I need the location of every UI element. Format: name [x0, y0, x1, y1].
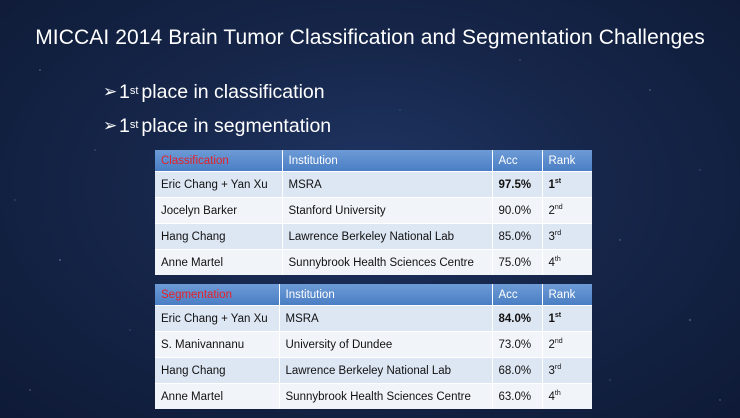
- table-row: Hang Chang Lawrence Berkeley National La…: [155, 223, 592, 250]
- slide-title: MICCAI 2014 Brain Tumor Classification a…: [35, 26, 705, 49]
- table-row: Hang Chang Lawrence Berkeley National La…: [155, 357, 592, 384]
- rank-cell: 1st: [542, 171, 592, 198]
- institution-cell: Sunnybrook Health Sciences Centre: [279, 383, 493, 409]
- bullet-prefix: 1: [119, 115, 130, 137]
- acc-cell: 90.0%: [492, 197, 543, 224]
- rank-cell: 4th: [542, 249, 592, 275]
- acc-cell: 68.0%: [492, 357, 543, 384]
- column-header: Rank: [542, 284, 592, 306]
- institution-cell: MSRA: [282, 171, 493, 198]
- name-cell: Eric Chang + Yan Xu: [155, 305, 280, 332]
- classification-table: Classification Institution Acc Rank Eric…: [155, 150, 592, 275]
- acc-cell: 73.0%: [492, 331, 543, 358]
- name-cell: Hang Chang: [155, 223, 283, 250]
- arrow-bullet-icon: ➢: [103, 82, 118, 101]
- rank-cell: 4th: [542, 383, 592, 409]
- table-row: S. Manivannanu University of Dundee 73.0…: [155, 331, 592, 358]
- rank-cell: 2nd: [542, 331, 592, 358]
- column-header: Classification: [155, 150, 283, 172]
- segmentation-table: Segmentation Institution Acc Rank Eric C…: [155, 284, 592, 409]
- table-row: Eric Chang + Yan Xu MSRA 84.0% 1st: [155, 305, 592, 332]
- acc-cell: 75.0%: [492, 249, 543, 275]
- rank-cell: 1st: [542, 305, 592, 332]
- rank-cell: 2nd: [542, 197, 592, 224]
- institution-cell: MSRA: [279, 305, 493, 332]
- acc-cell: 63.0%: [492, 383, 543, 409]
- column-header: Acc: [492, 150, 543, 172]
- rank-cell: 3rd: [542, 223, 592, 250]
- table-header-row: Classification Institution Acc Rank: [155, 150, 592, 172]
- bullet-item: ➢ 1st place in classification: [103, 78, 331, 112]
- acc-cell: 85.0%: [492, 223, 543, 250]
- name-cell: Anne Martel: [155, 383, 280, 409]
- name-cell: S. Manivannanu: [155, 331, 280, 358]
- bullet-text: place in segmentation: [141, 115, 332, 137]
- acc-cell: 84.0%: [492, 305, 543, 332]
- bullet-sup: st: [129, 85, 139, 97]
- institution-cell: Sunnybrook Health Sciences Centre: [282, 249, 493, 275]
- acc-cell: 97.5%: [492, 171, 543, 198]
- institution-cell: University of Dundee: [279, 331, 493, 358]
- column-header: Institution: [282, 150, 493, 172]
- table-row: Eric Chang + Yan Xu MSRA 97.5% 1st: [155, 171, 592, 198]
- rank-cell: 3rd: [542, 357, 592, 384]
- bullet-prefix: 1: [119, 81, 130, 103]
- name-cell: Hang Chang: [155, 357, 280, 384]
- name-cell: Eric Chang + Yan Xu: [155, 171, 283, 198]
- table-row: Anne Martel Sunnybrook Health Sciences C…: [155, 383, 592, 409]
- table-row: Anne Martel Sunnybrook Health Sciences C…: [155, 249, 592, 275]
- name-cell: Jocelyn Barker: [155, 197, 283, 224]
- column-header: Institution: [279, 284, 493, 306]
- arrow-bullet-icon: ➢: [103, 116, 118, 135]
- name-cell: Anne Martel: [155, 249, 283, 275]
- column-header: Acc: [492, 284, 543, 306]
- column-header: Segmentation: [155, 284, 280, 306]
- institution-cell: Lawrence Berkeley National Lab: [279, 357, 493, 384]
- institution-cell: Lawrence Berkeley National Lab: [282, 223, 493, 250]
- bullet-list: ➢ 1st place in classification ➢ 1st plac…: [103, 78, 331, 146]
- bullet-item: ➢ 1st place in segmentation: [103, 112, 331, 146]
- bullet-text: place in classification: [141, 81, 325, 103]
- column-header: Rank: [542, 150, 592, 172]
- table-row: Jocelyn Barker Stanford University 90.0%…: [155, 197, 592, 224]
- bullet-sup: st: [129, 119, 139, 131]
- institution-cell: Stanford University: [282, 197, 493, 224]
- table-header-row: Segmentation Institution Acc Rank: [155, 284, 592, 306]
